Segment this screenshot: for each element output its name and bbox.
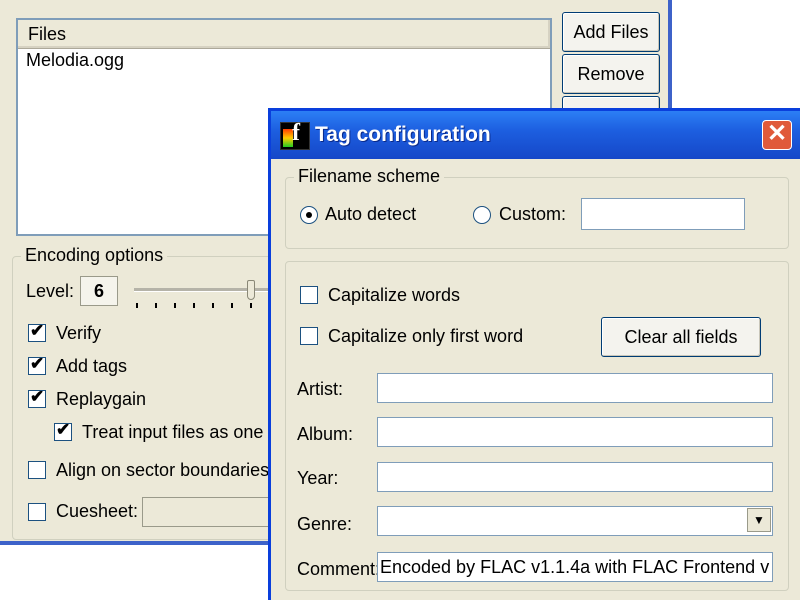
year-input[interactable] [377, 462, 773, 492]
checkmark-icon: ✔ [56, 420, 71, 439]
artist-label: Artist: [297, 379, 344, 399]
artist-input[interactable] [377, 373, 773, 403]
capitalize-first-checkbox[interactable] [300, 327, 318, 345]
capitalize-words-label: Capitalize words [328, 285, 461, 305]
year-label: Year: [297, 468, 339, 488]
close-button[interactable]: ✕ [762, 120, 792, 150]
tag-configuration-dialog: f Tag configuration ✕ Filename scheme Au… [268, 108, 800, 600]
comment-input[interactable] [377, 552, 773, 582]
file-list-item[interactable]: Melodia.ogg [26, 50, 124, 71]
checkmark-icon: ✔ [30, 321, 45, 340]
filename-scheme-title: Filename scheme [294, 166, 445, 187]
level-slider-thumb[interactable] [247, 280, 255, 300]
slider-tick [250, 303, 252, 308]
slider-tick [212, 303, 214, 308]
checkmark-icon: ✔ [30, 387, 45, 406]
add-tags-label: Add tags [56, 356, 128, 376]
slider-tick [231, 303, 233, 308]
replaygain-checkbox[interactable]: ✔ [28, 387, 46, 408]
slider-tick [155, 303, 157, 308]
custom-label: Custom: [499, 204, 567, 224]
cuesheet-label: Cuesheet: [56, 501, 139, 521]
treat-input-label: Treat input files as one a [82, 422, 279, 442]
album-input[interactable] [377, 417, 773, 447]
dialog-title: Tag configuration [315, 123, 491, 146]
genre-select[interactable]: ▼ [377, 506, 773, 536]
align-sector-label: Align on sector boundaries [56, 460, 270, 480]
flac-frontend-icon: f [280, 120, 310, 150]
album-label: Album: [297, 424, 354, 444]
add-tags-checkbox[interactable]: ✔ [28, 354, 46, 375]
clear-all-fields-button[interactable]: Clear all fields [601, 317, 761, 357]
file-list-header-label: Files [28, 24, 67, 44]
slider-tick [193, 303, 195, 308]
verify-checkbox[interactable]: ✔ [28, 321, 46, 342]
treat-input-checkbox[interactable]: ✔ [54, 420, 72, 441]
remove-button[interactable]: Remove [562, 54, 660, 94]
auto-detect-label: Auto detect [325, 204, 417, 224]
add-files-button[interactable]: Add Files [562, 12, 660, 52]
capitalize-words-checkbox[interactable] [300, 286, 318, 304]
close-icon: ✕ [766, 120, 788, 147]
cuesheet-checkbox[interactable] [28, 503, 46, 521]
dialog-title-bar[interactable]: f Tag configuration ✕ [271, 111, 800, 159]
align-sector-checkbox[interactable] [28, 461, 46, 479]
comment-label: Comment: [297, 559, 381, 579]
encoding-options-title: Encoding options [21, 245, 168, 266]
level-value: 6 [80, 276, 118, 306]
slider-tick [136, 303, 138, 308]
slider-tick [174, 303, 176, 308]
file-list-header[interactable]: Files [18, 20, 550, 49]
chevron-down-icon[interactable]: ▼ [747, 508, 771, 532]
genre-label: Genre: [297, 514, 353, 534]
verify-label: Verify [56, 323, 102, 343]
replaygain-label: Replaygain [56, 389, 147, 409]
checkmark-icon: ✔ [30, 354, 45, 373]
capitalize-first-label: Capitalize only first word [328, 326, 524, 346]
cuesheet-field[interactable] [142, 497, 282, 527]
level-label: Level: [26, 281, 75, 301]
auto-detect-radio[interactable] [300, 206, 318, 224]
custom-scheme-input[interactable] [581, 198, 745, 230]
custom-radio[interactable] [473, 206, 491, 224]
